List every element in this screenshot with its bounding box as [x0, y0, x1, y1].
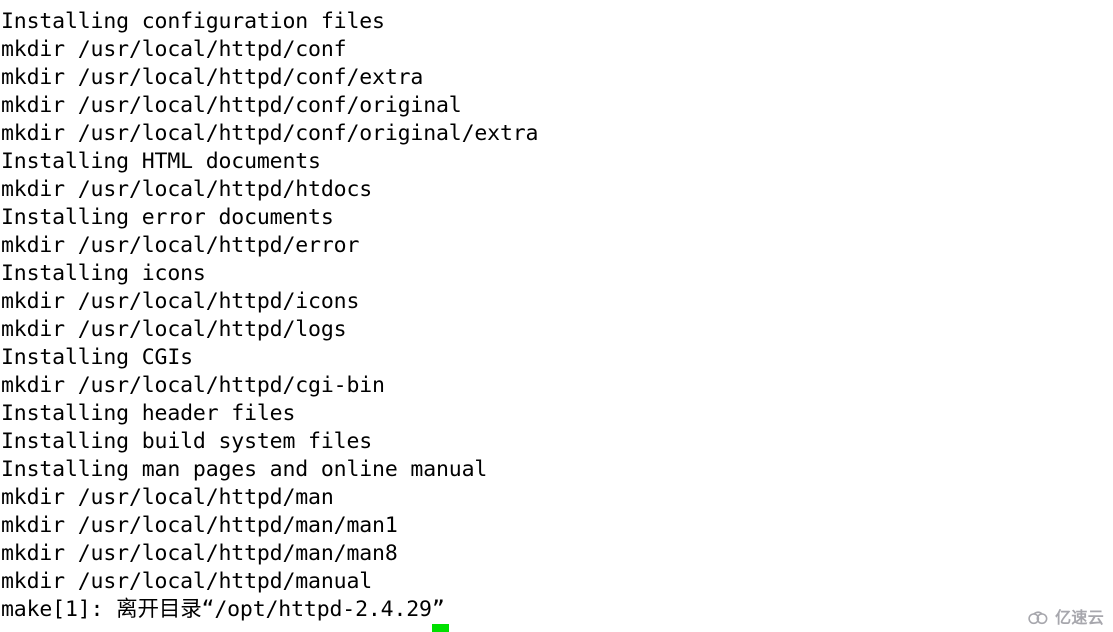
terminal-line: mkdir /usr/local/httpd/conf [1, 37, 347, 62]
terminal-line: make[1]: 离开目录“/opt/httpd-2.4.29” [1, 597, 445, 622]
terminal-line: Installing header files [1, 401, 296, 426]
terminal-line: Installing error documents [1, 205, 334, 230]
terminal-line: Installing HTML documents [1, 149, 321, 174]
terminal-line: Installing configuration files [1, 9, 385, 34]
terminal-line: mkdir /usr/local/httpd/manual [1, 569, 373, 594]
terminal-line: Installing build system files [1, 429, 373, 454]
terminal-line: Installing CGIs [1, 345, 193, 370]
watermark-text: 亿速云 [1055, 607, 1104, 627]
terminal-line: mkdir /usr/local/httpd/conf/extra [1, 65, 424, 90]
terminal-line: mkdir /usr/local/httpd/cgi-bin [1, 373, 385, 398]
terminal-line: mkdir /usr/local/httpd/logs [1, 317, 347, 342]
terminal-line: Installing icons [1, 261, 206, 286]
watermark: 亿速云 [1027, 609, 1104, 626]
terminal-line: mkdir /usr/local/httpd/icons [1, 289, 360, 314]
terminal-line: mkdir /usr/local/httpd/man/man8 [1, 541, 398, 566]
terminal-line: mkdir /usr/local/httpd/error [1, 233, 360, 258]
terminal-output: Installing configuration files mkdir /usr… [0, 8, 1113, 624]
terminal-cursor [432, 624, 449, 632]
terminal-line: Installing man pages and online manual [1, 457, 488, 482]
terminal-window[interactable]: Installing configuration files mkdir /usr… [0, 0, 1113, 632]
terminal-line: mkdir /usr/local/httpd/man [1, 485, 334, 510]
terminal-line: mkdir /usr/local/httpd/conf/original/ext… [1, 121, 539, 146]
cloud-icon [1027, 609, 1051, 626]
terminal-line: mkdir /usr/local/httpd/htdocs [1, 177, 373, 202]
terminal-line: mkdir /usr/local/httpd/conf/original [1, 93, 462, 118]
terminal-line: mkdir /usr/local/httpd/man/man1 [1, 513, 398, 538]
